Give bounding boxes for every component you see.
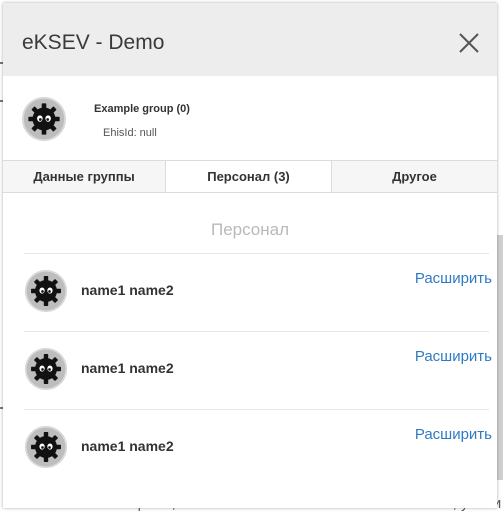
group-info: Example group (0) EhisId: null <box>3 76 497 161</box>
group-ehis-id: EhisId: null <box>103 127 157 139</box>
modal-title: eKSEV - Demo <box>22 31 165 54</box>
expand-link[interactable]: Расширить <box>415 270 492 287</box>
modal-header: eKSEV - Demo <box>3 3 497 76</box>
tab-other[interactable]: Другое <box>332 161 497 192</box>
list-item: name1 name2 Расширить <box>24 266 492 316</box>
person-name: name1 name2 <box>81 438 174 454</box>
group-modal: eKSEV - Demo Example group (0) EhisId: n… <box>3 3 497 508</box>
group-name: Example group (0) <box>94 103 190 115</box>
close-icon <box>457 31 481 55</box>
divider <box>24 409 489 410</box>
list-item: name1 name2 Расширить <box>24 422 492 472</box>
close-button[interactable] <box>457 31 481 55</box>
tab-group-data[interactable]: Данные группы <box>3 161 166 192</box>
person-name: name1 name2 <box>81 282 174 298</box>
gear-avatar-icon <box>21 96 67 142</box>
person-name: name1 name2 <box>81 360 174 376</box>
background-scrollbar[interactable] <box>497 235 503 480</box>
gear-avatar-icon <box>24 269 68 313</box>
gear-avatar-icon <box>24 347 68 391</box>
tab-bar: Данные группы Персонал (3) Другое <box>3 160 497 193</box>
divider <box>24 331 489 332</box>
tab-staff[interactable]: Персонал (3) <box>166 161 332 192</box>
expand-link[interactable]: Расширить <box>415 426 492 443</box>
list-item: name1 name2 Расширить <box>24 344 492 394</box>
section-title: Персонал <box>210 220 290 239</box>
gear-avatar-icon <box>24 425 68 469</box>
divider <box>24 253 489 254</box>
expand-link[interactable]: Расширить <box>415 348 492 365</box>
